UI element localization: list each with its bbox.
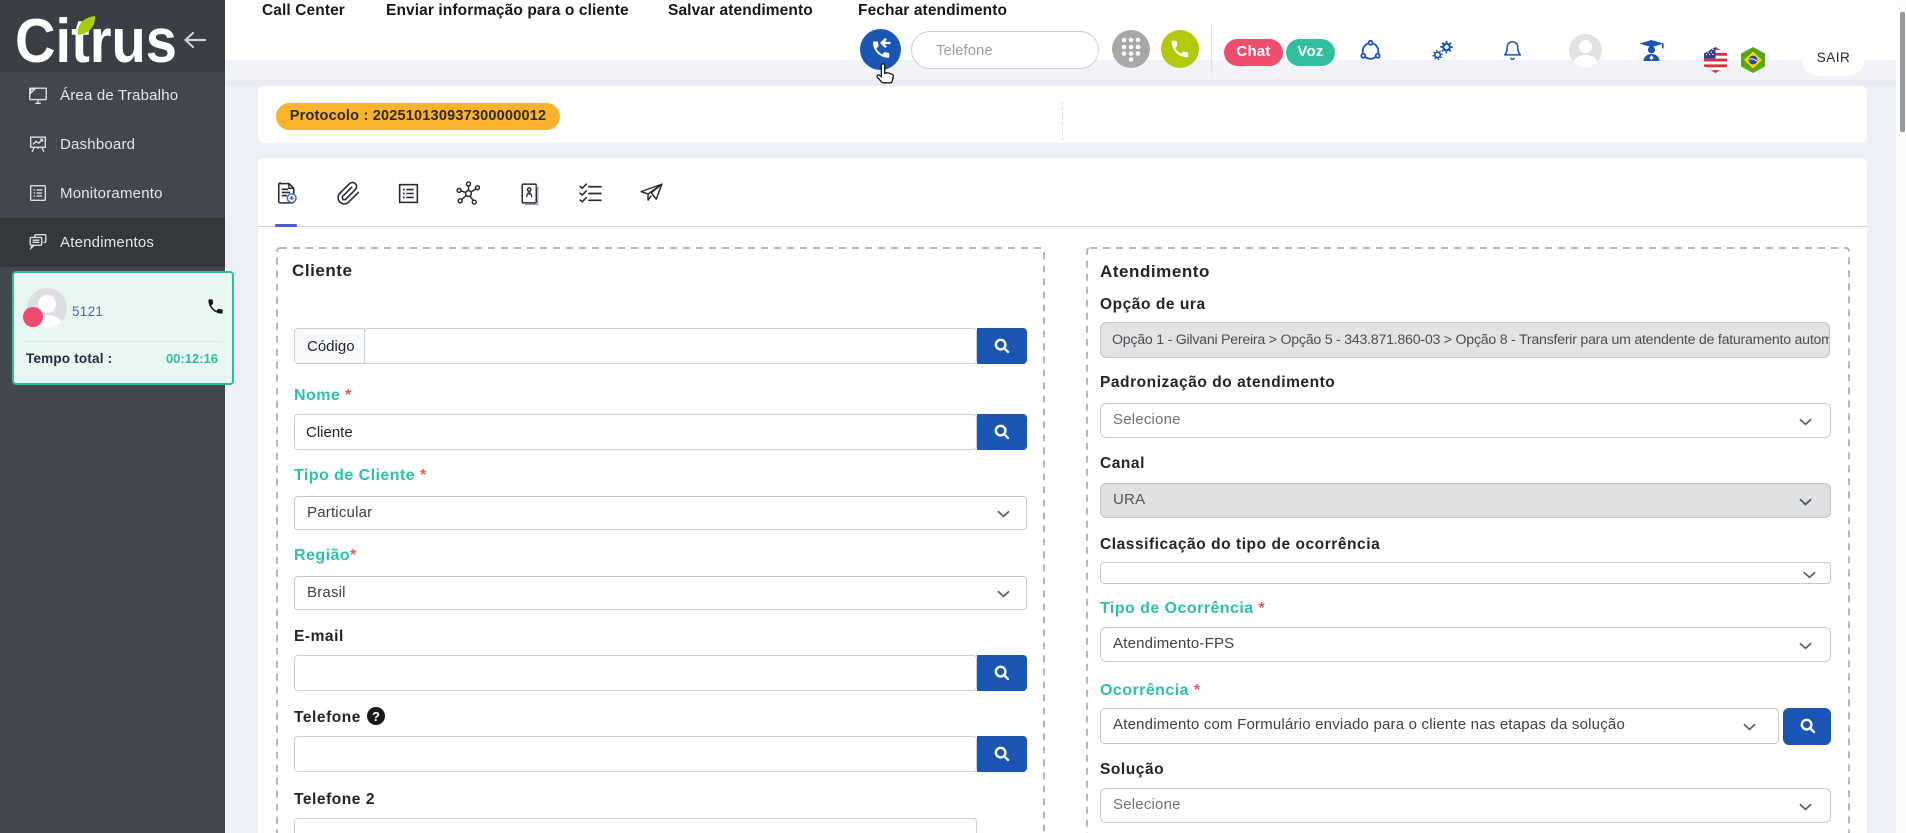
- svg-text:Citrus: Citrus: [15, 8, 177, 70]
